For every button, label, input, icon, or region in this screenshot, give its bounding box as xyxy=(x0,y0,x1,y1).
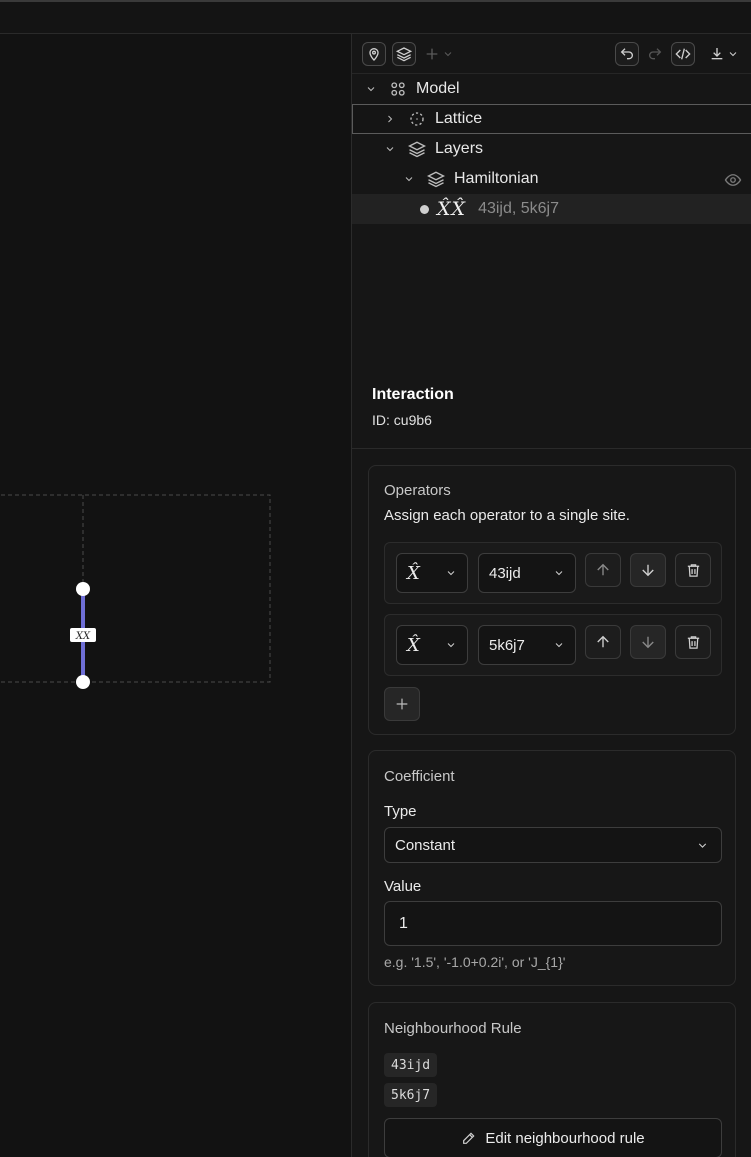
operators-card: Operators Assign each operator to a sing… xyxy=(368,465,736,735)
chevron-down-icon xyxy=(729,51,737,56)
neighbourhood-card: Neighbourhood Rule 43ijd 5k6j7 Edit neig… xyxy=(368,1002,736,1157)
lattice-icon xyxy=(407,109,427,129)
lattice-cell-outline xyxy=(0,494,271,683)
chevron-down-icon[interactable] xyxy=(364,82,378,96)
plus-icon xyxy=(426,48,438,59)
bond-label: XX xyxy=(75,631,91,642)
operators-title: Operators xyxy=(384,482,451,499)
type-label: Type xyxy=(384,803,417,820)
move-up-button[interactable] xyxy=(585,625,621,659)
bullet-dot xyxy=(420,204,429,214)
site-value: 43ijd xyxy=(489,564,521,582)
coefficient-value-input[interactable]: 1 xyxy=(384,901,722,946)
right-panel: Model Lattice Layers Hamiltonian X̂X̂ 43… xyxy=(351,34,751,1157)
download-menu-button[interactable] xyxy=(707,42,741,66)
tree-item-label: Hamiltonian xyxy=(454,170,539,187)
coefficient-hint: e.g. '1.5', '-1.0+0.2i', or 'J_{1}' xyxy=(384,954,566,970)
operator-value: X̂ xyxy=(407,562,420,584)
section-divider xyxy=(352,448,751,449)
move-down-button[interactable] xyxy=(630,553,666,587)
trash-icon xyxy=(687,635,699,649)
chevron-down-icon xyxy=(447,643,455,648)
move-up-button[interactable] xyxy=(585,553,621,587)
trash-icon xyxy=(687,563,699,577)
edit-neighbourhood-button[interactable]: Edit neighbourhood rule xyxy=(384,1118,722,1157)
tree-item-label: Lattice xyxy=(435,110,483,127)
code-icon xyxy=(675,48,691,59)
arrow-down-icon xyxy=(642,636,654,649)
canvas-svg: XX xyxy=(0,494,271,689)
add-operator-button[interactable] xyxy=(384,687,420,721)
selection-id: ID: cu9b6 xyxy=(372,412,432,428)
pin-icon xyxy=(369,47,379,61)
arrow-down-icon xyxy=(642,564,654,577)
layers-button[interactable] xyxy=(392,41,416,66)
arrow-up-icon xyxy=(597,563,609,576)
site-select[interactable]: 5k6j7 xyxy=(478,625,576,665)
code-view-button[interactable] xyxy=(671,41,695,66)
grid-icon xyxy=(388,79,408,99)
layers-icon xyxy=(426,169,446,189)
operators-description: Assign each operator to a single site. xyxy=(384,507,630,524)
delete-operator-button[interactable] xyxy=(675,625,711,659)
undo-button[interactable] xyxy=(615,41,639,66)
chevron-down-icon xyxy=(555,643,563,648)
chevron-right-icon[interactable] xyxy=(383,112,397,126)
selection-title: Interaction xyxy=(372,386,454,403)
tree-item-interaction[interactable]: X̂X̂ 43ijd, 5k6j7 xyxy=(352,194,751,224)
neighbourhood-site-chip: 43ijd xyxy=(384,1053,438,1077)
edit-neighbourhood-label: Edit neighbourhood rule xyxy=(485,1129,645,1147)
panel-toolbar xyxy=(352,34,751,74)
coefficient-title: Coefficient xyxy=(384,768,455,785)
pin-button[interactable] xyxy=(362,41,386,66)
neighbourhood-site-chip: 5k6j7 xyxy=(384,1083,438,1107)
coefficient-type-value: Constant xyxy=(395,836,456,854)
operator-value: X̂ xyxy=(407,634,420,656)
top-bar xyxy=(0,0,751,34)
edit-icon xyxy=(463,1132,475,1144)
operator-select[interactable]: X̂ xyxy=(396,553,468,593)
plus-icon xyxy=(396,698,408,710)
redo-icon xyxy=(649,47,662,59)
tree-item-layers[interactable]: Layers xyxy=(352,134,751,164)
move-down-button[interactable] xyxy=(630,625,666,659)
lattice-canvas[interactable]: XX xyxy=(0,34,351,1157)
chevron-down-icon[interactable] xyxy=(402,172,416,186)
site-node-5k6j7[interactable] xyxy=(76,675,90,689)
add-menu-button[interactable] xyxy=(422,42,456,66)
operator-select[interactable]: X̂ xyxy=(396,625,468,665)
site-select[interactable]: 43ijd xyxy=(478,553,576,593)
site-value: 5k6j7 xyxy=(489,636,525,654)
site-node-43ijd[interactable] xyxy=(76,582,90,596)
chevron-down-icon xyxy=(444,51,452,56)
neighbourhood-title: Neighbourhood Rule xyxy=(384,1020,522,1037)
arrow-up-icon xyxy=(597,635,609,648)
chevron-down-icon xyxy=(555,571,563,576)
coefficient-type-select[interactable]: Constant xyxy=(384,827,722,863)
undo-icon xyxy=(620,47,633,59)
interaction-symbol: X̂X̂ xyxy=(437,198,467,220)
coefficient-value-text: 1 xyxy=(399,914,408,932)
operator-row: X̂ 43ijd xyxy=(384,542,722,604)
delete-operator-button[interactable] xyxy=(675,553,711,587)
chevron-down-icon xyxy=(698,842,707,848)
value-label: Value xyxy=(384,878,422,895)
operator-row: X̂ 5k6j7 xyxy=(384,614,722,676)
tree-item-label: Model xyxy=(416,80,460,97)
tree-item-label: Layers xyxy=(435,140,484,157)
redo-button[interactable] xyxy=(645,42,665,66)
eye-icon[interactable] xyxy=(724,171,742,194)
tree-item-lattice[interactable]: Lattice xyxy=(352,104,751,134)
tree-item-hamiltonian[interactable]: Hamiltonian xyxy=(352,164,751,194)
layers-icon xyxy=(396,46,412,61)
interaction-sites: 43ijd, 5k6j7 xyxy=(478,200,560,217)
download-icon xyxy=(711,47,723,59)
model-tree: Model Lattice Layers Hamiltonian X̂X̂ 43… xyxy=(352,74,751,380)
selection-info: Interaction ID: cu9b6 xyxy=(352,374,751,428)
tree-item-model[interactable]: Model xyxy=(352,74,751,104)
coefficient-card: Coefficient Type Constant Value 1 e.g. '… xyxy=(368,750,736,986)
layers-icon xyxy=(407,139,427,159)
chevron-down-icon[interactable] xyxy=(383,142,397,156)
chevron-down-icon xyxy=(447,571,455,576)
